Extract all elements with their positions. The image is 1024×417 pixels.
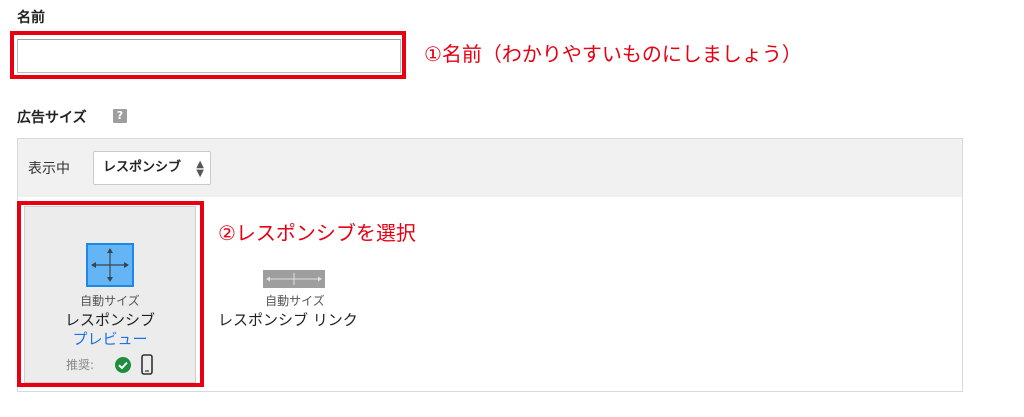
responsive-card-highlight <box>17 201 204 387</box>
responsive-link-card-caption: 自動サイズ <box>265 294 325 308</box>
sort-arrows-icon: ▲ ▼ <box>196 159 204 179</box>
name-label: 名前 <box>17 10 45 26</box>
horizontal-arrows-icon[interactable] <box>263 270 325 288</box>
size-type-select[interactable]: レスポンシブ ▲ ▼ <box>93 151 211 185</box>
size-type-select-value: レスポンシブ <box>103 160 182 175</box>
showing-label: 表示中 <box>28 161 70 177</box>
responsive-annotation: ②レスポンシブを選択 <box>218 221 416 245</box>
responsive-link-card-title[interactable]: レスポンシブ リンク <box>218 309 358 330</box>
question-mark-icon[interactable]: ? <box>113 109 127 123</box>
name-field-highlight <box>10 31 406 79</box>
ad-size-label: 広告サイズ <box>17 110 87 126</box>
name-annotation: ①名前（わかりやすいものにしましょう） <box>424 42 802 66</box>
